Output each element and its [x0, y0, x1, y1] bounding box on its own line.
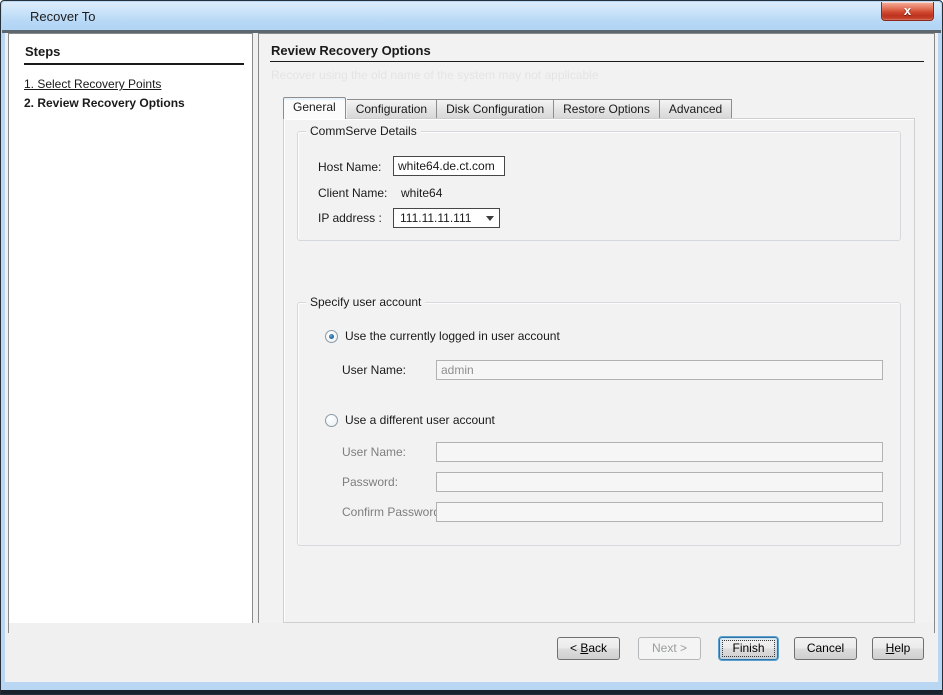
main-panel: Review Recovery Options Recover using th… [258, 33, 935, 633]
specify-user-account-legend: Specify user account [306, 295, 425, 309]
tab-page-general: CommServe Details Host Name: Client Name… [283, 118, 915, 623]
back-button-prefix: < [570, 641, 580, 655]
sidebar-item-select-recovery-points[interactable]: 1. Select Recovery Points [24, 77, 161, 91]
back-button[interactable]: < Back [557, 637, 620, 660]
window-title: Recover To [30, 9, 96, 24]
window-bottom-edge [1, 690, 942, 694]
chevron-down-icon [486, 216, 494, 221]
dialog-body: Steps 1. Select Recovery Points 2. Revie… [5, 33, 938, 682]
close-icon[interactable]: x [881, 2, 934, 21]
tab-general[interactable]: General [283, 97, 346, 119]
steps-heading-rule [24, 63, 244, 65]
specify-user-account-group: Specify user account Use the currently l… [297, 302, 901, 546]
password-label: Password: [342, 475, 398, 489]
finish-button[interactable]: Finish [719, 637, 778, 660]
ip-address-label: IP address : [318, 211, 382, 225]
cancel-button[interactable]: Cancel [794, 637, 857, 660]
help-button[interactable]: Help [872, 637, 924, 660]
tab-strip: General Configuration Disk Configuration… [283, 97, 732, 119]
confirm-password-label: Confirm Password: [342, 505, 443, 519]
radio-button-icon [325, 414, 338, 427]
password-input[interactable] [436, 472, 883, 492]
host-name-label: Host Name: [318, 160, 381, 174]
back-button-rest: ack [588, 641, 607, 655]
current-user-name-input[interactable] [436, 360, 883, 380]
confirm-password-input[interactable] [436, 502, 883, 522]
radio-different-user-label: Use a different user account [345, 413, 495, 427]
tab-configuration[interactable]: Configuration [347, 99, 437, 119]
commserve-details-legend: CommServe Details [306, 124, 421, 138]
tab-restore-options[interactable]: Restore Options [554, 99, 660, 119]
focus-rectangle [722, 640, 775, 657]
client-name-value: white64 [401, 186, 442, 200]
title-bar[interactable]: Recover To [2, 2, 941, 30]
disabled-note-text: Recover using the old name of the system… [271, 68, 599, 82]
diff-user-name-input[interactable] [436, 442, 883, 462]
ip-address-value: 111.11.11.111 [400, 211, 471, 225]
radio-button-icon [325, 330, 338, 343]
next-button[interactable]: Next > [638, 637, 701, 660]
button-bar: < Back Next > Finish Cancel Help [9, 623, 934, 670]
radio-current-user-label: Use the currently logged in user account [345, 329, 560, 343]
host-name-input[interactable] [393, 156, 505, 176]
tab-disk-configuration[interactable]: Disk Configuration [437, 99, 554, 119]
page-title: Review Recovery Options [271, 43, 431, 58]
current-user-name-label: User Name: [342, 363, 406, 377]
help-button-rest: elp [894, 641, 910, 655]
diff-user-name-label: User Name: [342, 445, 406, 459]
ip-address-dropdown[interactable]: 111.11.11.111 [393, 208, 500, 228]
tab-advanced[interactable]: Advanced [660, 99, 732, 119]
commserve-details-group: CommServe Details Host Name: Client Name… [297, 131, 901, 241]
steps-sidebar: Steps 1. Select Recovery Points 2. Revie… [8, 33, 253, 633]
radio-current-user[interactable]: Use the currently logged in user account [325, 329, 560, 343]
radio-different-user[interactable]: Use a different user account [325, 413, 495, 427]
steps-heading: Steps [25, 44, 60, 59]
client-name-label: Client Name: [318, 186, 387, 200]
recover-to-dialog: Recover To x Steps 1. Select Recovery Po… [0, 0, 943, 695]
page-title-rule [270, 61, 924, 62]
sidebar-item-review-recovery-options: 2. Review Recovery Options [24, 96, 185, 110]
